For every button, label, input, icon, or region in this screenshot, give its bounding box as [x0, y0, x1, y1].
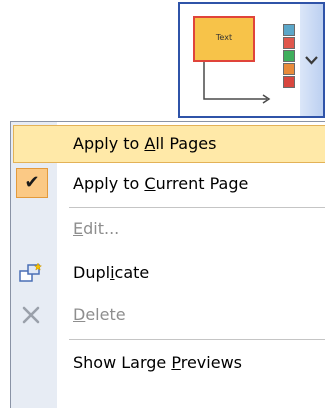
delete-icon	[22, 306, 40, 324]
color-swatch	[283, 63, 295, 75]
theme-preview-thumbnail[interactable]: Text	[180, 4, 300, 116]
menu-item-label: Apply to All Pages	[73, 134, 217, 153]
color-swatch-strip	[283, 24, 297, 89]
menu-item-edit[interactable]: Edit...	[13, 210, 325, 248]
duplicate-icon	[19, 262, 43, 282]
color-swatch	[283, 37, 295, 49]
stage: Text Apply to All Pages ✔ Apply to Curre…	[0, 0, 325, 408]
menu-item-duplicate[interactable]: Duplicate	[13, 254, 325, 292]
theme-gallery-button[interactable]: Text	[178, 2, 325, 118]
color-swatch	[283, 50, 295, 62]
gallery-dropdown-toggle[interactable]	[300, 4, 323, 116]
preview-shape: Text	[193, 16, 255, 62]
menu-item-label: Edit...	[73, 219, 120, 238]
color-swatch	[283, 24, 295, 36]
gallery-context-menu: Apply to All Pages ✔ Apply to Current Pa…	[10, 121, 325, 408]
color-swatch	[283, 76, 295, 88]
menu-item-label: Show Large Previews	[73, 353, 242, 372]
menu-item-label: Delete	[73, 305, 126, 324]
menu-item-apply-to-all-pages[interactable]: Apply to All Pages	[13, 125, 325, 163]
menu-item-delete[interactable]: Delete	[13, 296, 325, 334]
menu-item-apply-to-current-page[interactable]: ✔ Apply to Current Page	[13, 165, 325, 203]
menu-item-label: Apply to Current Page	[73, 174, 249, 193]
menu-item-show-large-previews[interactable]: Show Large Previews	[13, 344, 325, 382]
chevron-down-icon	[305, 56, 318, 65]
menu-separator	[69, 339, 325, 340]
menu-item-label: Duplicate	[73, 263, 150, 282]
menu-separator	[69, 207, 325, 208]
checkmark-icon: ✔	[16, 168, 48, 198]
